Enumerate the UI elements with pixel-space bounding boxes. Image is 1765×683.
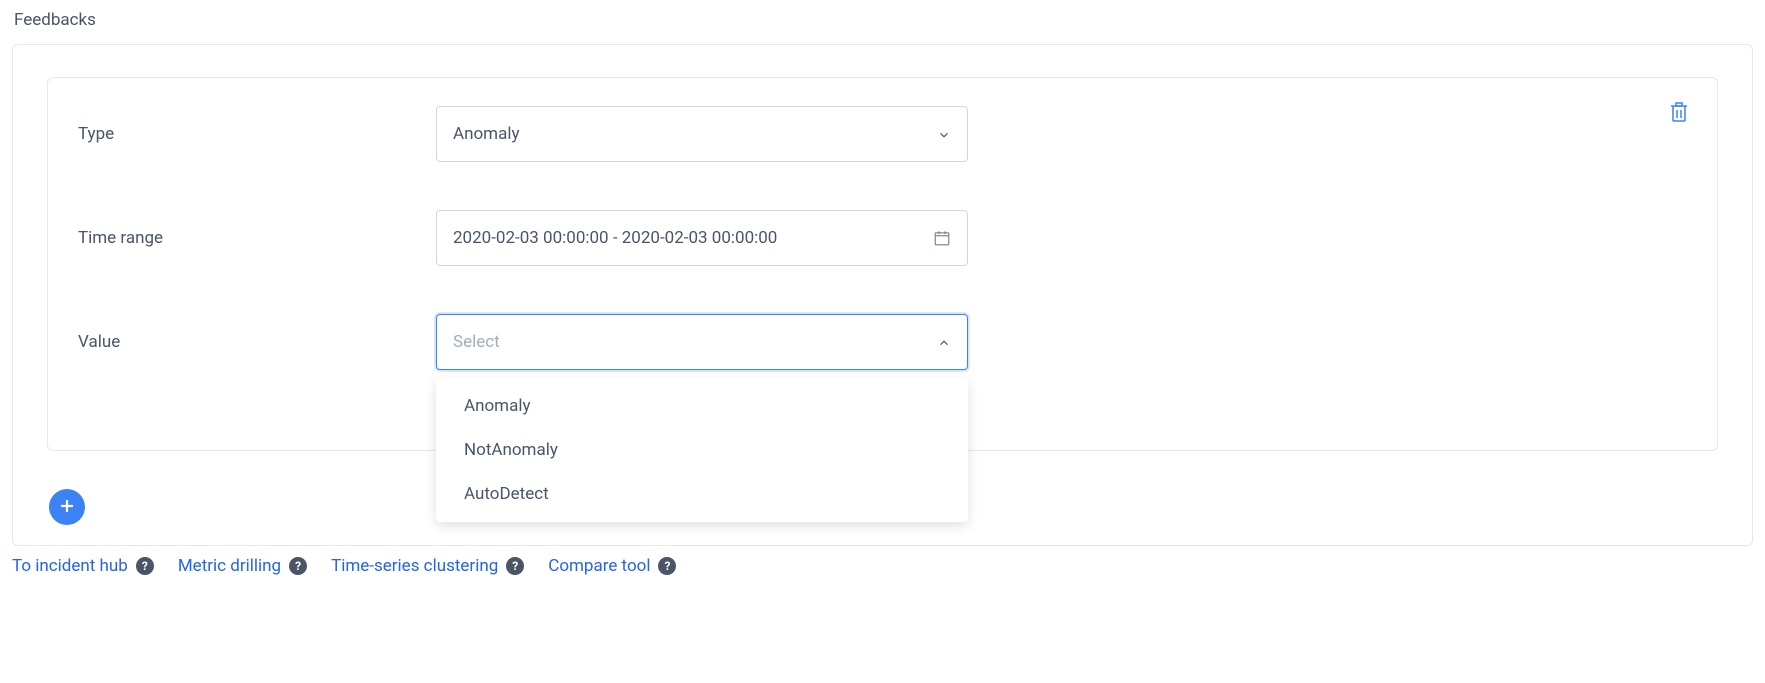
time-series-clustering-link[interactable]: Time-series clustering — [331, 556, 498, 576]
help-icon[interactable]: ? — [658, 557, 676, 575]
footer-links: To incident hub ? Metric drilling ? Time… — [12, 556, 1753, 576]
value-select[interactable]: Select — [436, 314, 968, 370]
feedback-card: Type Anomaly Time range 2020-02-03 00:00… — [47, 77, 1718, 451]
help-icon[interactable]: ? — [506, 557, 524, 575]
time-range-row: Time range 2020-02-03 00:00:00 - 2020-02… — [78, 210, 1687, 266]
chevron-up-icon — [937, 335, 951, 349]
type-row: Type Anomaly — [78, 106, 1687, 162]
type-select-value: Anomaly — [453, 124, 520, 144]
incident-hub-link[interactable]: To incident hub — [12, 556, 128, 576]
compare-tool-link[interactable]: Compare tool — [548, 556, 650, 576]
chevron-down-icon — [937, 127, 951, 141]
value-row: Value Select Anomaly NotAnomaly AutoDete… — [78, 314, 1687, 370]
time-range-value: 2020-02-03 00:00:00 - 2020-02-03 00:00:0… — [453, 228, 777, 248]
value-select-placeholder: Select — [453, 332, 500, 352]
trash-icon — [1667, 111, 1691, 130]
value-option[interactable]: Anomaly — [436, 384, 968, 428]
type-select[interactable]: Anomaly — [436, 106, 968, 162]
metric-drilling-link[interactable]: Metric drilling — [178, 556, 281, 576]
page-title: Feedbacks — [12, 10, 1753, 30]
value-dropdown-menu: Anomaly NotAnomaly AutoDetect — [436, 378, 968, 522]
plus-icon — [58, 497, 76, 518]
help-icon[interactable]: ? — [289, 557, 307, 575]
feedbacks-panel: Type Anomaly Time range 2020-02-03 00:00… — [12, 44, 1753, 546]
help-icon[interactable]: ? — [136, 557, 154, 575]
time-range-input[interactable]: 2020-02-03 00:00:00 - 2020-02-03 00:00:0… — [436, 210, 968, 266]
value-option[interactable]: NotAnomaly — [436, 428, 968, 472]
calendar-icon — [933, 229, 951, 247]
delete-feedback-button[interactable] — [1667, 98, 1691, 126]
type-label: Type — [78, 124, 436, 144]
value-option[interactable]: AutoDetect — [436, 472, 968, 516]
add-feedback-button[interactable] — [49, 489, 85, 525]
value-label: Value — [78, 332, 436, 352]
time-range-label: Time range — [78, 228, 436, 248]
